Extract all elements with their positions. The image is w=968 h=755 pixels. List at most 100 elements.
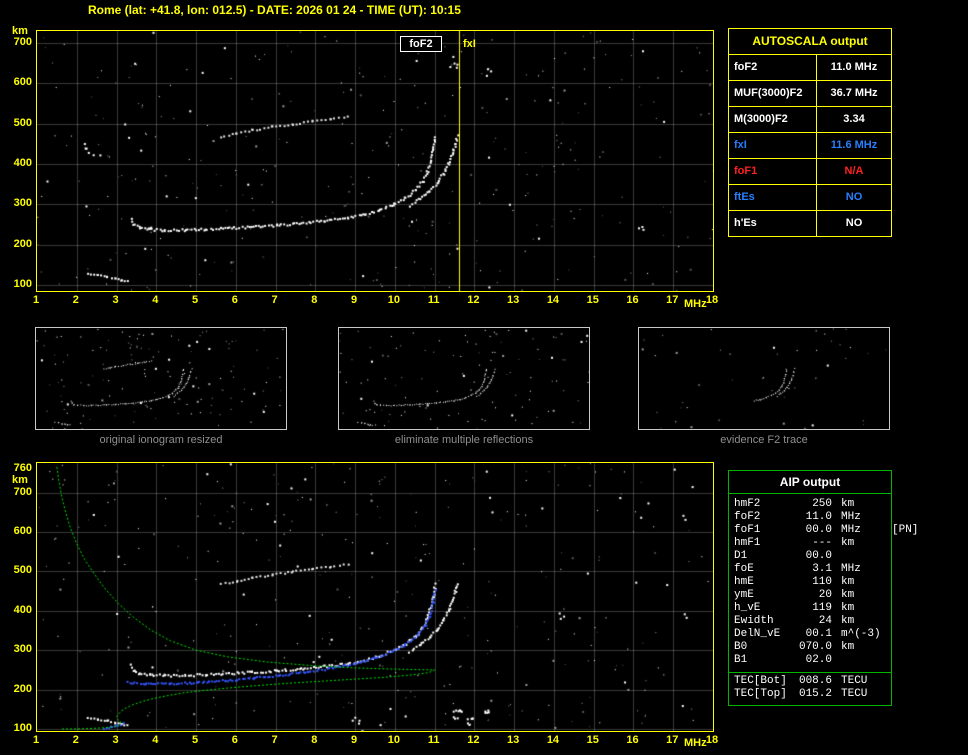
x-tick-label: 17	[661, 735, 683, 746]
aip-row-unit: km	[841, 641, 854, 654]
aip-row: hmE110km	[734, 576, 886, 589]
x-tick-label: 10	[383, 735, 405, 746]
x-tick-label: 7	[264, 295, 286, 306]
autoscala-table-body: foF211.0 MHzMUF(3000)F236.7 MHzM(3000)F2…	[729, 55, 891, 236]
y-tick-label: 300	[6, 644, 32, 655]
autoscala-row-label: foF2	[729, 55, 817, 80]
x-tick-label: 14	[542, 295, 564, 306]
aip-row-name: h_vE	[734, 602, 794, 615]
aip-row-unit: km	[841, 602, 854, 615]
x-tick-label: 16	[621, 735, 643, 746]
aip-table-tec-rows: TEC[Bot]008.6 TECU TEC[Top]015.2 TECU	[729, 675, 891, 705]
aip-row-value: 119	[794, 602, 832, 615]
y-tick-label: 700	[6, 37, 32, 48]
title-bar: Rome (lat: +41.8, lon: 012.5) - DATE: 20…	[88, 3, 461, 17]
aip-row-unit: m^(-3)	[841, 628, 881, 641]
x-tick-label: 6	[224, 295, 246, 306]
thumbnail-f2-trace-canvas	[639, 328, 889, 429]
autoscala-row: ftEsNO	[729, 185, 891, 211]
aip-row: foF100.0MHz[PN]	[734, 524, 886, 537]
aip-row-value: 00.0	[794, 550, 832, 563]
autoscala-row-value: 36.7 MHz	[817, 81, 891, 106]
aip-table-separator	[729, 672, 891, 673]
bottom-ionogram-plot	[36, 462, 714, 732]
aip-row-name: D1	[734, 550, 794, 563]
aip-row-unit: km	[841, 589, 854, 602]
x-tick-label: 5	[184, 735, 206, 746]
x-tick-label: 1	[25, 295, 47, 306]
aip-row-name: ymE	[734, 589, 794, 602]
x-tick-label: 12	[462, 735, 484, 746]
aip-row: hmF2250km	[734, 498, 886, 511]
aip-row-name: Ewidth	[734, 615, 794, 628]
aip-row-value: 3.1	[794, 563, 832, 576]
aip-row-value: 20	[794, 589, 832, 602]
bottom-plot-km-label: km	[12, 475, 28, 486]
aip-row-name: hmF1	[734, 537, 794, 550]
x-tick-label: 2	[65, 735, 87, 746]
aip-row: foF211.0MHz	[734, 511, 886, 524]
autoscala-row: h'EsNO	[729, 211, 891, 236]
aip-row-value: 008.6	[794, 675, 832, 688]
autoscala-row-value: N/A	[817, 159, 891, 184]
y-tick-label: 400	[6, 605, 32, 616]
x-tick-label: 13	[502, 295, 524, 306]
autoscala-row-value: NO	[817, 211, 891, 236]
thumbnail-original-ionogram	[35, 327, 287, 430]
y-tick-label: 400	[6, 158, 32, 169]
autoscala-row: M(3000)F23.34	[729, 107, 891, 133]
y-tick-label: 600	[6, 77, 32, 88]
aip-row-unit: MHz	[841, 511, 861, 524]
x-tick-label: 12	[462, 295, 484, 306]
aip-row-value: ---	[794, 537, 832, 550]
aip-row: h_vE119 km	[734, 602, 886, 615]
autoscala-row-value: 11.6 MHz	[817, 133, 891, 158]
x-tick-label: 7	[264, 735, 286, 746]
app-window: Rome (lat: +41.8, lon: 012.5) - DATE: 20…	[0, 0, 968, 755]
top-ionogram-canvas	[37, 31, 713, 291]
aip-row-value: 24	[794, 615, 832, 628]
aip-row-value: 11.0	[794, 511, 832, 524]
aip-row-value: 00.1	[794, 628, 832, 641]
y-tick-label: 200	[6, 684, 32, 695]
x-tick-label: 3	[105, 295, 127, 306]
thumbnail-caption-original: original ionogram resized	[35, 434, 287, 446]
aip-row-value: 015.2	[794, 688, 832, 701]
aip-row-unit: TECU	[841, 688, 867, 701]
aip-row: ymE20 km	[734, 589, 886, 602]
x-tick-label: 13	[502, 735, 524, 746]
aip-row-unit: MHz	[841, 563, 861, 576]
thumbnail-no-multiples	[338, 327, 590, 430]
aip-row-name: TEC[Bot]	[734, 675, 794, 688]
aip-row-name: hmF2	[734, 498, 794, 511]
aip-row-name: TEC[Top]	[734, 688, 794, 701]
autoscala-row-value: 3.34	[817, 107, 891, 132]
x-tick-label: 11	[423, 295, 445, 306]
aip-row-value: 070.0	[794, 641, 832, 654]
x-tick-label: 2	[65, 295, 87, 306]
x-tick-label: 9	[343, 735, 365, 746]
aip-row-name: hmE	[734, 576, 794, 589]
fof2-marker-label: foF2	[400, 36, 442, 52]
autoscala-table-header: AUTOSCALA output	[729, 29, 891, 55]
y-tick-label: 700	[6, 487, 32, 498]
aip-row-unit: MHz	[841, 524, 861, 537]
x-tick-label: 4	[144, 735, 166, 746]
aip-row-name: foF1	[734, 524, 794, 537]
x-tick-label: 5	[184, 295, 206, 306]
aip-row-value: 250	[794, 498, 832, 511]
x-tick-label: 15	[582, 735, 604, 746]
y-tick-label: 760	[6, 463, 32, 474]
aip-row: TEC[Bot]008.6 TECU	[734, 675, 886, 688]
aip-row-name: DelN_vE	[734, 628, 794, 641]
y-tick-label: 600	[6, 526, 32, 537]
y-tick-label: 200	[6, 239, 32, 250]
autoscala-row-label: M(3000)F2	[729, 107, 817, 132]
x-tick-label: 3	[105, 735, 127, 746]
aip-row-unit: TECU	[841, 675, 867, 688]
aip-row-value: 02.0	[794, 654, 832, 667]
x-tick-label: 17	[661, 295, 683, 306]
aip-row: B102.0	[734, 654, 886, 667]
x-tick-label: 4	[144, 295, 166, 306]
aip-row-name: B1	[734, 654, 794, 667]
